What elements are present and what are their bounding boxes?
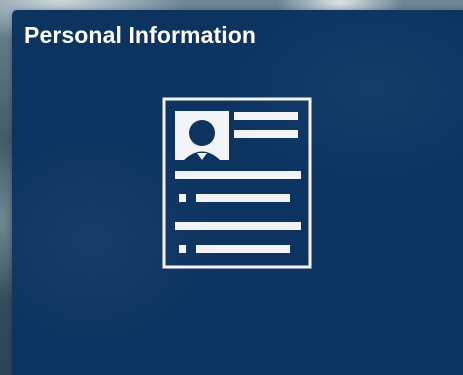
tile-title: Personal Information [24,22,257,48]
personal-info-document-icon [162,97,312,269]
personal-information-tile[interactable]: Personal Information [12,10,463,375]
